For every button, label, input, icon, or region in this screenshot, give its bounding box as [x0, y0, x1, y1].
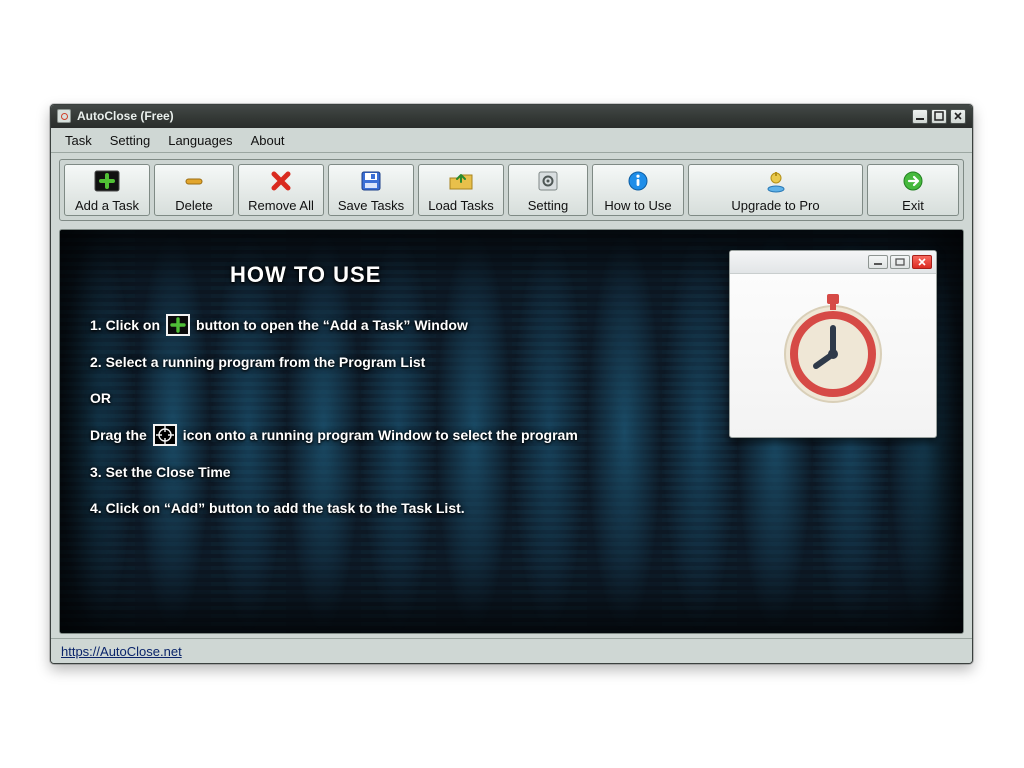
close-button[interactable] [950, 109, 966, 124]
maximize-button[interactable] [931, 109, 947, 124]
menu-task[interactable]: Task [57, 131, 100, 150]
footer-bar: https://AutoClose.net [51, 638, 972, 663]
toolbar-label: Save Tasks [338, 198, 404, 213]
add-icon-inline [166, 314, 190, 336]
save-tasks-button[interactable]: Save Tasks [328, 164, 414, 216]
add-task-button[interactable]: Add a Task [64, 164, 150, 216]
minimize-button[interactable] [912, 109, 928, 124]
toolbar-label: Setting [528, 198, 568, 213]
setting-button[interactable]: Setting [508, 164, 588, 216]
delete-button[interactable]: Delete [154, 164, 234, 216]
drag-suffix: icon onto a running program Window to se… [183, 425, 578, 445]
how-to-title: HOW TO USE [230, 262, 700, 288]
target-icon-inline [153, 424, 177, 446]
load-tasks-button[interactable]: Load Tasks [418, 164, 504, 216]
how-to-use-button[interactable]: How to Use [592, 164, 684, 216]
illus-minimize-icon [868, 255, 888, 269]
menu-about[interactable]: About [243, 131, 293, 150]
app-window: AutoClose (Free) Task Setting Languages … [50, 104, 973, 664]
upgrade-icon [762, 168, 790, 194]
step-or: OR [90, 388, 111, 408]
toolbar-label: How to Use [604, 198, 671, 213]
menu-setting[interactable]: Setting [102, 131, 158, 150]
load-icon [447, 168, 475, 194]
window-title: AutoClose (Free) [77, 109, 174, 123]
illustration [729, 250, 937, 438]
toolbar: Add a Task Delete Remove All [59, 159, 964, 221]
toolbar-label: Remove All [248, 198, 314, 213]
save-icon [357, 168, 385, 194]
clock-icon [772, 288, 894, 410]
step1-prefix: 1. Click on [90, 315, 160, 335]
menubar: Task Setting Languages About [51, 128, 972, 153]
toolbar-label: Delete [175, 198, 213, 213]
titlebar[interactable]: AutoClose (Free) [51, 105, 972, 128]
toolbar-label: Exit [902, 198, 924, 213]
exit-icon [899, 168, 927, 194]
add-task-icon [93, 168, 121, 194]
illus-close-icon [912, 255, 932, 269]
step1-suffix: button to open the “Add a Task” Window [196, 315, 468, 335]
illus-maximize-icon [890, 255, 910, 269]
toolbar-label: Add a Task [75, 198, 139, 213]
toolbar-label: Upgrade to Pro [731, 198, 819, 213]
toolbar-label: Load Tasks [428, 198, 494, 213]
app-icon [57, 109, 71, 123]
step2: 2. Select a running program from the Pro… [90, 352, 425, 372]
menu-languages[interactable]: Languages [160, 131, 240, 150]
remove-all-icon [267, 168, 295, 194]
exit-button[interactable]: Exit [867, 164, 959, 216]
footer-link[interactable]: https://AutoClose.net [61, 644, 182, 659]
drag-prefix: Drag the [90, 425, 147, 445]
how-to-text: HOW TO USE 1. Click on button to open th… [90, 262, 700, 534]
content-area: HOW TO USE 1. Click on button to open th… [59, 229, 964, 634]
step4: 4. Click on “Add” button to add the task… [90, 498, 465, 518]
upgrade-button[interactable]: Upgrade to Pro [688, 164, 863, 216]
step3: 3. Set the Close Time [90, 462, 231, 482]
delete-icon [180, 168, 208, 194]
info-icon [624, 168, 652, 194]
settings-icon [534, 168, 562, 194]
remove-all-button[interactable]: Remove All [238, 164, 324, 216]
